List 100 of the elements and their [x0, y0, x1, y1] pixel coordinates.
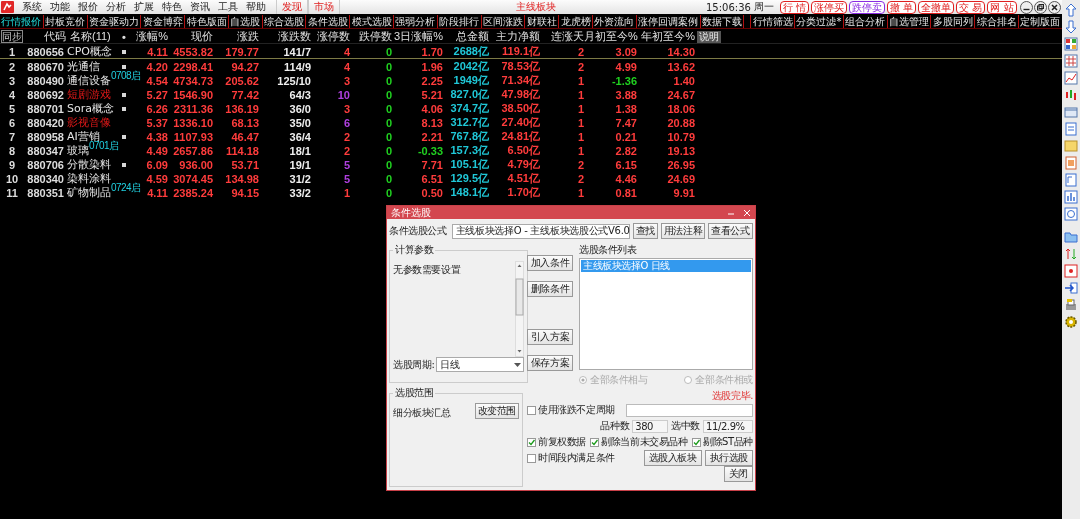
tab[interactable]: 分类过滤* [795, 14, 844, 28]
button[interactable]: 删除条件 [527, 281, 573, 297]
table-cell: CPO概念 [67, 44, 112, 59]
button[interactable]: 关闭 [723, 466, 753, 482]
checkbox[interactable] [590, 437, 600, 447]
document-icon[interactable] [1064, 156, 1078, 170]
button[interactable]: 查找 [632, 223, 658, 239]
tab[interactable]: 区间涨跌 [481, 14, 526, 28]
trade-button[interactable]: 跌停卖 [849, 0, 886, 14]
trade-button[interactable]: 全撤单 [918, 0, 955, 14]
button[interactable]: 选股入板块 [643, 450, 702, 466]
sort-icon[interactable] [1064, 247, 1078, 261]
button[interactable]: 执行选股 [704, 450, 753, 466]
tab[interactable]: 组合分析 [843, 14, 888, 28]
tab[interactable]: 多股同列 [931, 14, 976, 28]
menu-item[interactable]: 报价 [74, 0, 102, 14]
menu-item[interactable]: 分析 [102, 0, 130, 14]
period-dropdown[interactable]: 日线 [436, 357, 525, 372]
document-icon[interactable] [1064, 122, 1078, 136]
printer-icon[interactable] [1064, 298, 1078, 312]
column-header[interactable]: 跌停数 [350, 29, 392, 44]
menu-link[interactable]: 市场 [308, 0, 340, 14]
button[interactable]: 加入条件 [527, 255, 573, 271]
note-button[interactable]: 说明 [697, 30, 721, 43]
sync-button[interactable]: 同步 [1, 30, 23, 43]
target-icon[interactable] [1064, 264, 1078, 278]
tab[interactable]: 自选股 [228, 14, 263, 28]
button[interactable]: 保存方案 [527, 355, 573, 371]
tab[interactable]: 自选管理 [887, 14, 932, 28]
tab[interactable]: 阶段排行 [437, 14, 482, 28]
scrollbar[interactable] [515, 261, 525, 357]
tab[interactable]: 行情筛选 [751, 14, 796, 28]
grid-icon[interactable] [1064, 37, 1078, 51]
line-chart-icon[interactable] [1064, 71, 1078, 85]
tab[interactable]: 数据下载 [700, 14, 745, 28]
circle-icon[interactable] [1064, 207, 1078, 221]
button[interactable]: 用法注释 [660, 223, 706, 239]
tab[interactable]: 条件选股 [306, 14, 351, 28]
column-header[interactable]: • [118, 30, 130, 43]
tab[interactable]: 龙虎榜 [559, 14, 593, 28]
login-icon[interactable] [1064, 281, 1078, 295]
checkbox[interactable] [527, 437, 536, 447]
column-header[interactable]: 涨跌数 [259, 29, 311, 44]
menu-item[interactable]: 特色 [158, 0, 186, 14]
tab[interactable]: 外资流向 [592, 14, 637, 28]
button[interactable]: 引入方案 [527, 329, 573, 345]
tab[interactable]: 模式选股 [350, 14, 395, 28]
window-icon[interactable] [1064, 105, 1078, 119]
selected-row[interactable]: 1 880656 CPO概念 4.11 4553.82 179.77 141/7 4 0 1.70 2688亿 119.1亿 2 3.09 14.30 [0, 44, 1062, 59]
trade-button[interactable]: 交 易 [956, 0, 986, 14]
input-field[interactable] [625, 403, 753, 417]
trade-button[interactable]: 撤 单 [887, 0, 917, 14]
minimize-icon[interactable] [1019, 0, 1033, 14]
candlestick-icon[interactable] [1064, 88, 1078, 102]
button[interactable]: 查看公式 [708, 223, 753, 239]
menu-item[interactable]: 帮助 [242, 0, 270, 14]
menu-item[interactable]: 资讯 [186, 0, 214, 14]
tab[interactable]: 资金驱动力 [87, 14, 142, 28]
tab[interactable]: 综合排名 [975, 14, 1019, 28]
trade-button[interactable]: 涨停买 [811, 0, 848, 14]
close-icon[interactable] [1047, 0, 1061, 14]
tab[interactable]: 行情报价 [0, 14, 44, 28]
column-header[interactable]: 涨幅% [130, 29, 168, 44]
column-header[interactable]: 连涨天 [540, 29, 584, 44]
tab[interactable]: 特色版面 [185, 14, 229, 28]
gear-icon[interactable] [1064, 315, 1078, 329]
checkbox[interactable] [527, 405, 536, 415]
down-arrow-icon[interactable] [1064, 20, 1078, 34]
tab[interactable]: 涨停回调案例 [636, 14, 701, 28]
column-header[interactable]: 涨停数 [311, 29, 350, 44]
bar-chart-icon[interactable] [1064, 190, 1078, 204]
column-header[interactable]: 月初至今% [584, 29, 637, 44]
trade-button[interactable]: 网 站 [987, 0, 1017, 14]
column-header[interactable]: 主力净额 [489, 29, 540, 44]
column-header[interactable]: 总金额 [443, 29, 489, 44]
column-header[interactable]: 年初至今% [637, 29, 695, 44]
checkbox[interactable] [691, 437, 701, 447]
grid-icon[interactable] [1064, 54, 1078, 68]
up-arrow-icon[interactable] [1064, 3, 1078, 17]
tab[interactable]: 资金博弈 [141, 14, 186, 28]
tab[interactable]: 综合选股 [262, 14, 307, 28]
tab[interactable]: 财联社 [525, 14, 560, 28]
row-number: 1 [7, 45, 17, 58]
checkbox[interactable] [527, 453, 536, 463]
menu-item[interactable]: 工具 [214, 0, 242, 14]
column-header[interactable]: 名称(11) [66, 29, 118, 44]
tab[interactable]: 强弱分析 [394, 14, 438, 28]
menu-item[interactable]: 扩展 [130, 0, 158, 14]
menu-link[interactable]: 发现 [276, 0, 308, 14]
column-header[interactable]: 代码 [24, 29, 66, 44]
column-header[interactable]: 现价 [168, 29, 213, 44]
document-icon[interactable] [1064, 173, 1078, 187]
button[interactable]: 改变范围 [474, 403, 519, 419]
column-header[interactable]: 涨跌 [213, 29, 259, 44]
tab[interactable]: 封板竞价 [43, 14, 88, 28]
menu-item[interactable]: 系统 [18, 0, 46, 14]
restore-icon[interactable] [1033, 0, 1047, 14]
menu-item[interactable]: 功能 [46, 0, 74, 14]
column-header[interactable]: 3日涨幅% [392, 29, 443, 44]
trade-button[interactable]: 行 情 [779, 0, 810, 14]
